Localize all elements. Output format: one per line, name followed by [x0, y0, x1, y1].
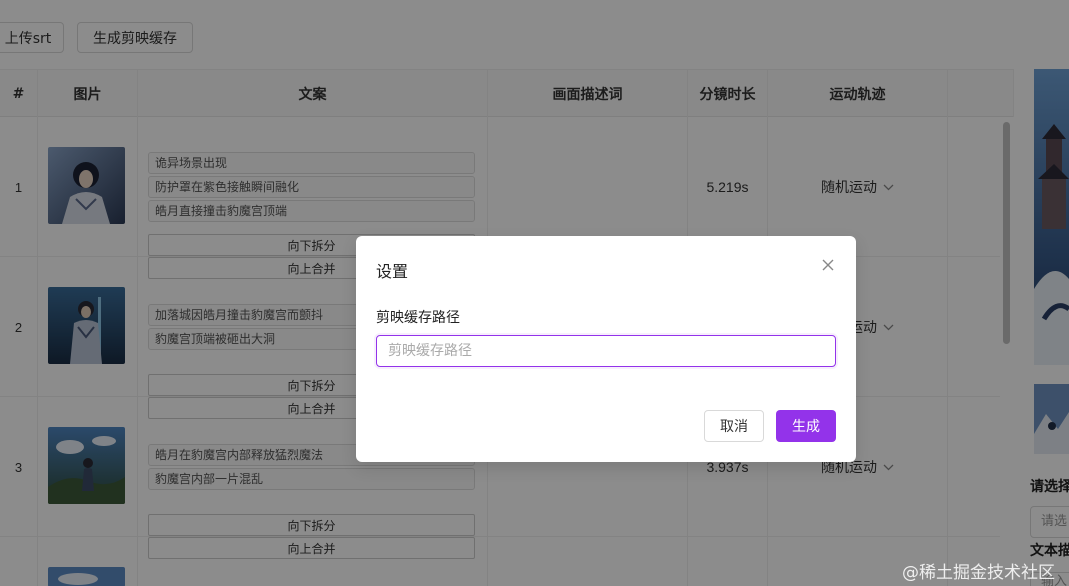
- cache-path-label: 剪映缓存路径: [376, 310, 460, 326]
- generate-button[interactable]: 生成: [776, 410, 836, 442]
- settings-dialog: 设置 剪映缓存路径 取消 生成: [356, 236, 856, 462]
- watermark: @稀土掘金技术社区: [902, 563, 1055, 583]
- dialog-title: 设置: [376, 262, 409, 281]
- cache-path-input[interactable]: [376, 335, 836, 367]
- cancel-button[interactable]: 取消: [704, 410, 764, 442]
- close-icon[interactable]: [819, 256, 837, 274]
